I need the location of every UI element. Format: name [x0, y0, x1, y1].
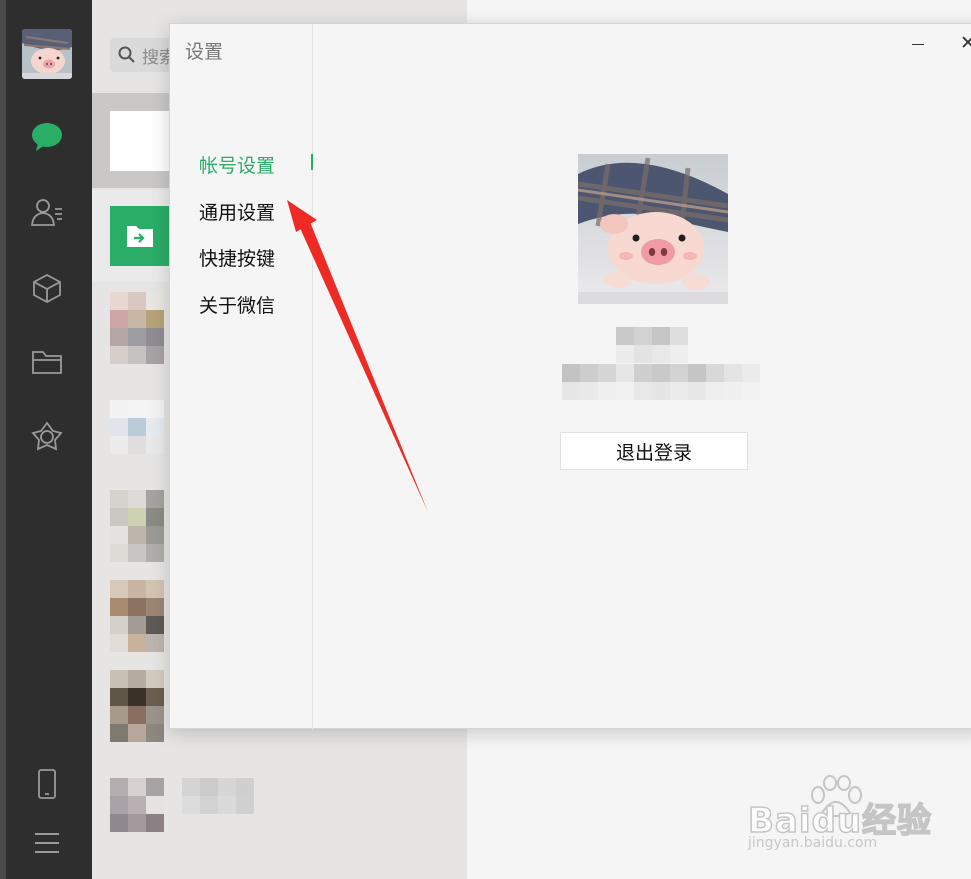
files-icon[interactable] [26, 341, 68, 383]
watermark: Baidu经验 jingyan.baidu.com [747, 775, 958, 865]
minimize-button[interactable] [912, 44, 924, 45]
avatar[interactable] [22, 29, 72, 79]
list-item[interactable] [110, 580, 164, 652]
profile-account-id [562, 382, 760, 400]
contacts-icon[interactable] [26, 191, 68, 233]
search-icon [118, 46, 135, 63]
profile-nickname [616, 345, 688, 363]
profile-account-id [562, 364, 760, 382]
menu-shortcuts[interactable]: 快捷按键 [199, 244, 275, 271]
avatar [110, 111, 170, 171]
logout-button[interactable]: 退出登录 [560, 432, 748, 470]
list-item[interactable] [110, 670, 164, 742]
settings-menu: 帐号设置 通用设置 快捷按键 关于微信 [170, 24, 313, 730]
menu-icon[interactable] [26, 822, 68, 864]
close-button[interactable]: ✕ [960, 32, 971, 54]
watermark-site: jingyan.baidu.com [748, 835, 878, 851]
list-item[interactable] [110, 778, 164, 832]
menu-about[interactable]: 关于微信 [199, 291, 275, 318]
settings-dialog: 设置 ✕ 帐号设置 通用设置 快捷按键 关于微信 退出登录 [169, 23, 971, 730]
navigation-rail [0, 0, 92, 879]
menu-account-settings[interactable]: 帐号设置 [199, 151, 275, 178]
chat-icon[interactable] [26, 116, 68, 158]
menu-general-settings[interactable]: 通用设置 [199, 198, 275, 225]
list-item[interactable] [110, 292, 164, 364]
moments-icon[interactable] [26, 416, 68, 458]
profile-avatar [578, 154, 728, 304]
list-item-name [182, 796, 254, 814]
rail-edge [0, 0, 6, 879]
list-item[interactable] [110, 400, 164, 454]
file-transfer-icon [110, 206, 170, 266]
phone-icon[interactable] [26, 763, 68, 805]
list-item[interactable] [110, 490, 164, 562]
favorites-icon[interactable] [26, 267, 68, 309]
profile-nickname [616, 327, 688, 345]
list-item-name [182, 778, 254, 796]
active-indicator [311, 154, 313, 170]
